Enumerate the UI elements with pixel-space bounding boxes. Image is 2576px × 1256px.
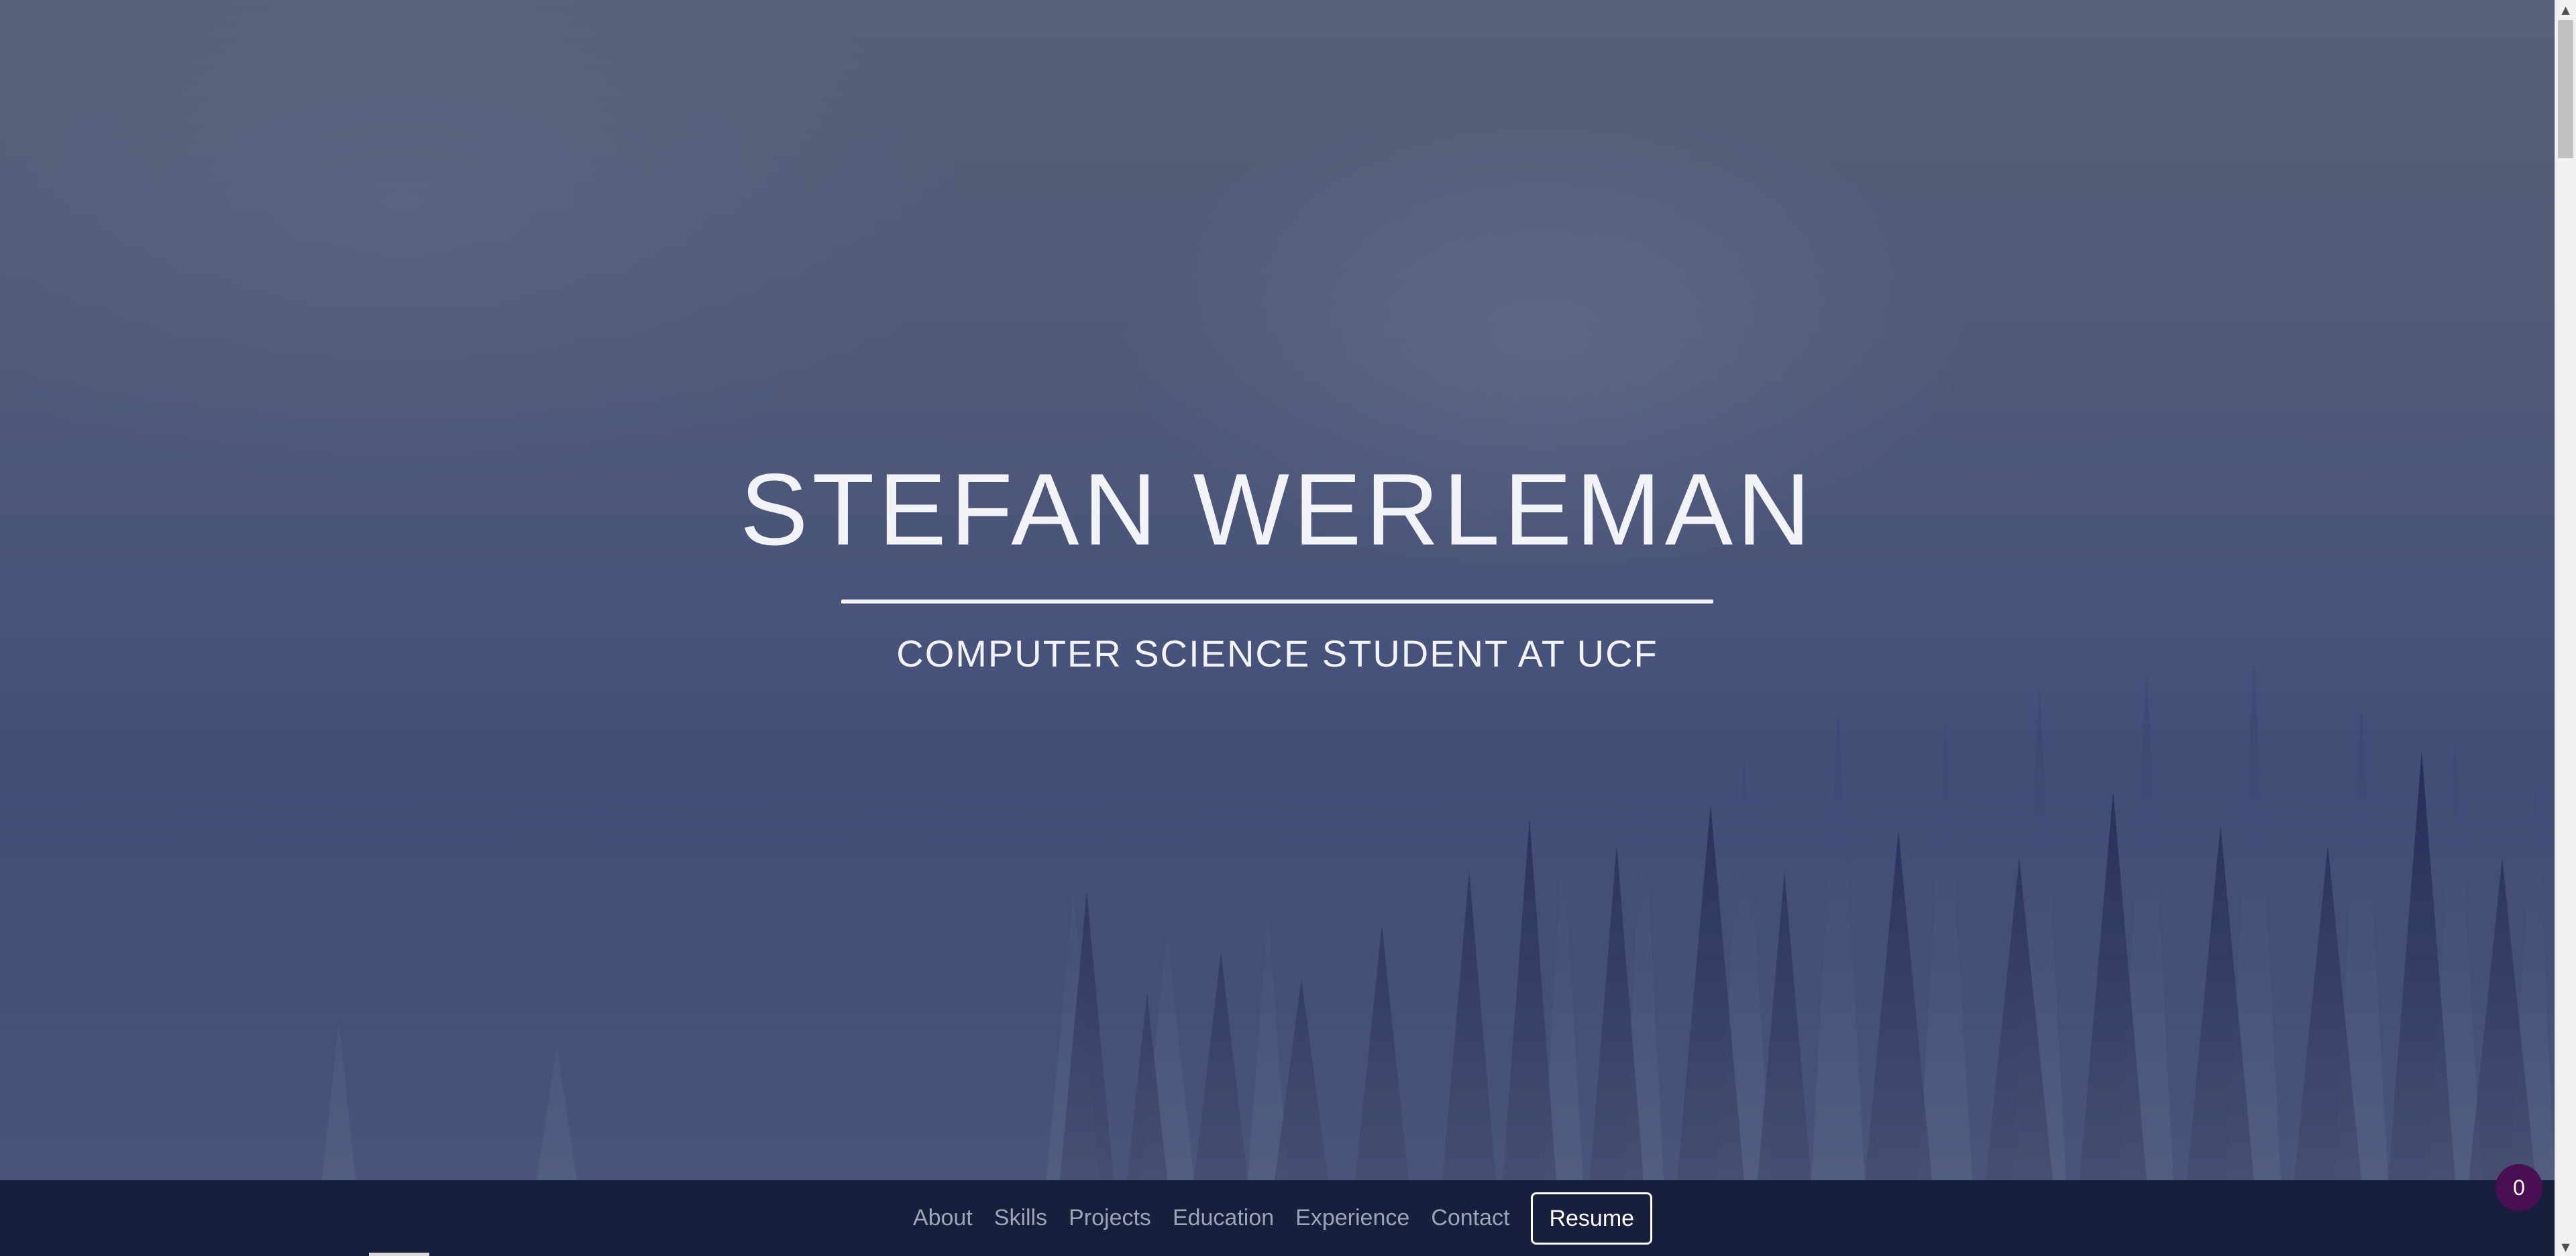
hero-section: STEFAN WERLEMAN COMPUTER SCIENCE STUDENT… — [0, 0, 2555, 1180]
bottom-navbar: About Skills Projects Education Experien… — [0, 1180, 2555, 1256]
floating-count-badge[interactable]: 0 — [2496, 1164, 2542, 1211]
nav-link-education[interactable]: Education — [1173, 1205, 1274, 1231]
scrollbar-thumb[interactable] — [2558, 20, 2573, 158]
nav-link-about[interactable]: About — [913, 1205, 973, 1231]
bottom-edge-marker — [369, 1253, 429, 1256]
scroll-down-arrow-icon[interactable]: ▼ — [2555, 1237, 2576, 1256]
page: STEFAN WERLEMAN COMPUTER SCIENCE STUDENT… — [0, 0, 2576, 1256]
hero-title: STEFAN WERLEMAN — [740, 453, 1815, 567]
vertical-scrollbar[interactable]: ▲ ▼ — [2555, 0, 2576, 1256]
nav-link-skills[interactable]: Skills — [994, 1205, 1047, 1231]
hero-subtitle: COMPUTER SCIENCE STUDENT AT UCF — [896, 632, 1658, 675]
nav-link-contact[interactable]: Contact — [1431, 1205, 1509, 1231]
nav-link-projects[interactable]: Projects — [1069, 1205, 1151, 1231]
hero-content: STEFAN WERLEMAN COMPUTER SCIENCE STUDENT… — [0, 443, 2555, 677]
resume-button[interactable]: Resume — [1531, 1192, 1653, 1245]
nav-link-experience[interactable]: Experience — [1295, 1205, 1409, 1231]
hero-divider — [841, 600, 1713, 604]
scroll-up-arrow-icon[interactable]: ▲ — [2555, 0, 2576, 19]
